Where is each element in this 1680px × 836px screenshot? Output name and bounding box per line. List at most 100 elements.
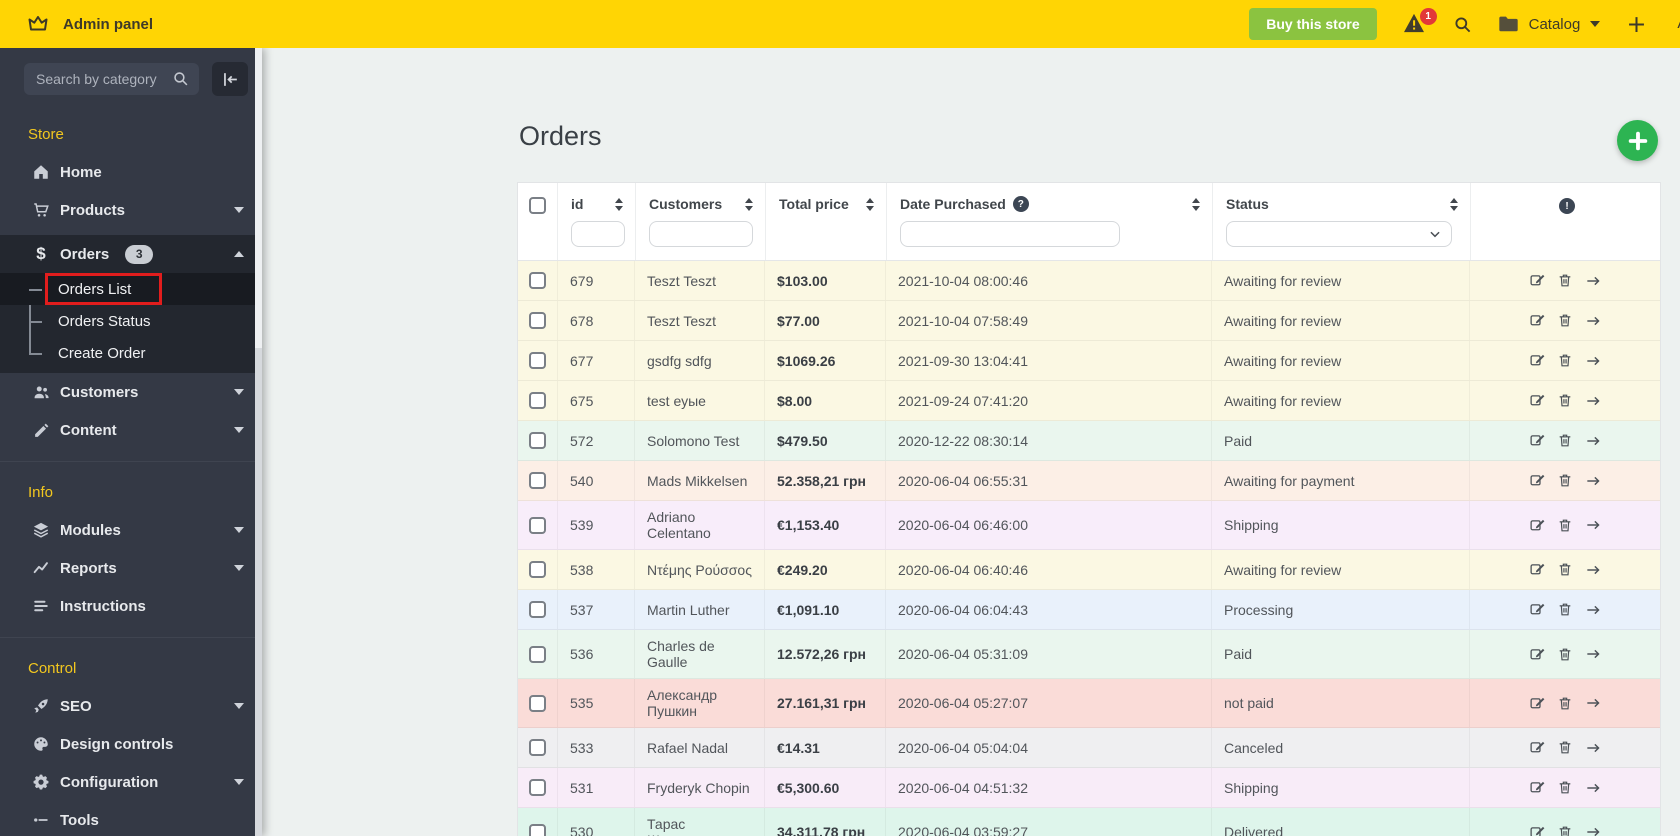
sidebar-item-customers[interactable]: Customers <box>0 373 262 411</box>
delete-order-icon[interactable] <box>1557 392 1573 409</box>
edit-order-icon[interactable] <box>1529 352 1546 369</box>
row-checkbox[interactable] <box>529 561 546 578</box>
customer-cell: test еуые <box>635 381 765 420</box>
delete-order-icon[interactable] <box>1557 695 1573 712</box>
orders-count-badge: 3 <box>125 244 154 264</box>
sidebar-scrollbar[interactable] <box>255 48 262 836</box>
open-order-icon[interactable] <box>1584 517 1602 533</box>
delete-order-icon[interactable] <box>1557 472 1573 489</box>
delete-order-icon[interactable] <box>1557 779 1573 796</box>
edit-order-icon[interactable] <box>1529 695 1546 712</box>
sort-id-icon[interactable] <box>615 197 623 211</box>
date-purchased-cell: 2020-06-04 03:59:27 <box>886 808 1212 836</box>
id-filter-input[interactable] <box>571 221 625 247</box>
status-filter-select[interactable] <box>1226 221 1452 247</box>
buy-this-store-button[interactable]: Buy this store <box>1249 8 1377 40</box>
select-all-checkbox[interactable] <box>529 197 546 214</box>
row-checkbox[interactable] <box>529 472 546 489</box>
edit-order-icon[interactable] <box>1529 432 1546 449</box>
date-filter-input[interactable] <box>900 221 1120 247</box>
sidebar-item-instructions[interactable]: Instructions <box>0 587 262 625</box>
edit-order-icon[interactable] <box>1529 312 1546 329</box>
edit-order-icon[interactable] <box>1529 739 1546 756</box>
delete-order-icon[interactable] <box>1557 432 1573 449</box>
row-checkbox[interactable] <box>529 352 546 369</box>
edit-order-icon[interactable] <box>1529 646 1546 663</box>
total-price-cell: €249.20 <box>765 550 886 589</box>
open-order-icon[interactable] <box>1584 473 1602 489</box>
sidebar-item-tools[interactable]: Tools <box>0 801 262 836</box>
sort-status-icon[interactable] <box>1450 197 1458 211</box>
row-checkbox[interactable] <box>529 779 546 796</box>
submenu-item-orders-list[interactable]: Orders List <box>0 273 262 305</box>
edit-order-icon[interactable] <box>1529 272 1546 289</box>
row-checkbox[interactable] <box>529 392 546 409</box>
create-order-fab-button[interactable] <box>1617 120 1658 161</box>
submenu-item-label: Orders Status <box>58 312 151 330</box>
delete-order-icon[interactable] <box>1557 561 1573 578</box>
open-order-icon[interactable] <box>1584 273 1602 289</box>
sidebar-item-seo[interactable]: SEO <box>0 687 262 725</box>
delete-order-icon[interactable] <box>1557 272 1573 289</box>
row-checkbox[interactable] <box>529 823 546 836</box>
row-checkbox[interactable] <box>529 312 546 329</box>
delete-order-icon[interactable] <box>1557 517 1573 534</box>
actions-info-icon[interactable]: ! <box>1559 198 1575 214</box>
sidebar-item-content[interactable]: Content <box>0 411 262 449</box>
row-checkbox[interactable] <box>529 601 546 618</box>
delete-order-icon[interactable] <box>1557 312 1573 329</box>
warnings-button[interactable]: 1 <box>1403 8 1437 35</box>
sidebar-search-icon[interactable] <box>172 70 189 87</box>
delete-order-icon[interactable] <box>1557 739 1573 756</box>
sidebar-item-orders[interactable]: $ Orders 3 <box>0 235 262 273</box>
submenu-item-create-order[interactable]: Create Order <box>0 337 262 369</box>
sort-total-price-icon[interactable] <box>866 197 874 211</box>
sidebar-item-products[interactable]: Products <box>0 191 262 229</box>
edit-order-icon[interactable] <box>1529 392 1546 409</box>
edit-order-icon[interactable] <box>1529 601 1546 618</box>
open-order-icon[interactable] <box>1584 646 1602 662</box>
delete-order-icon[interactable] <box>1557 824 1573 836</box>
open-order-icon[interactable] <box>1584 562 1602 578</box>
customer-cell: Rafael Nadal <box>635 728 765 767</box>
row-checkbox[interactable] <box>529 694 546 712</box>
row-checkbox[interactable] <box>529 432 546 449</box>
open-order-icon[interactable] <box>1584 740 1602 756</box>
edit-order-icon[interactable] <box>1529 779 1546 796</box>
sort-customers-icon[interactable] <box>745 197 753 211</box>
total-price-cell: 34.311,78 грн <box>765 808 886 836</box>
catalog-dropdown[interactable]: Catalog <box>1498 15 1601 33</box>
edit-order-icon[interactable] <box>1529 472 1546 489</box>
open-order-icon[interactable] <box>1584 393 1602 409</box>
sidebar-item-design-controls[interactable]: Design controls <box>0 725 262 763</box>
date-purchased-help-icon[interactable]: ? <box>1012 196 1029 212</box>
open-order-icon[interactable] <box>1584 780 1602 796</box>
row-checkbox[interactable] <box>529 739 546 756</box>
sort-date-icon[interactable] <box>1192 197 1200 211</box>
edit-order-icon[interactable] <box>1529 517 1546 534</box>
search-icon[interactable] <box>1453 15 1472 34</box>
add-icon[interactable] <box>1626 14 1647 35</box>
open-order-icon[interactable] <box>1584 313 1602 329</box>
delete-order-icon[interactable] <box>1557 352 1573 369</box>
open-order-icon[interactable] <box>1584 824 1602 836</box>
row-checkbox[interactable] <box>529 516 546 534</box>
open-order-icon[interactable] <box>1584 695 1602 711</box>
sidebar-collapse-button[interactable] <box>212 62 248 96</box>
open-order-icon[interactable] <box>1584 353 1602 369</box>
open-order-icon[interactable] <box>1584 433 1602 449</box>
table-row: 538 Ντέμης Ρούσσος €249.20 2020-06-04 06… <box>518 550 1660 590</box>
customers-filter-input[interactable] <box>649 221 753 247</box>
sidebar-item-reports[interactable]: Reports <box>0 549 262 587</box>
delete-order-icon[interactable] <box>1557 646 1573 663</box>
row-checkbox[interactable] <box>529 272 546 289</box>
row-checkbox[interactable] <box>529 645 546 663</box>
sidebar-item-configuration[interactable]: Configuration <box>0 763 262 801</box>
delete-order-icon[interactable] <box>1557 601 1573 618</box>
edit-order-icon[interactable] <box>1529 824 1546 836</box>
sidebar-item-modules[interactable]: Modules <box>0 511 262 549</box>
open-order-icon[interactable] <box>1584 602 1602 618</box>
sidebar-item-home[interactable]: Home <box>0 153 262 191</box>
edit-order-icon[interactable] <box>1529 561 1546 578</box>
submenu-item-orders-status[interactable]: Orders Status <box>0 305 262 337</box>
